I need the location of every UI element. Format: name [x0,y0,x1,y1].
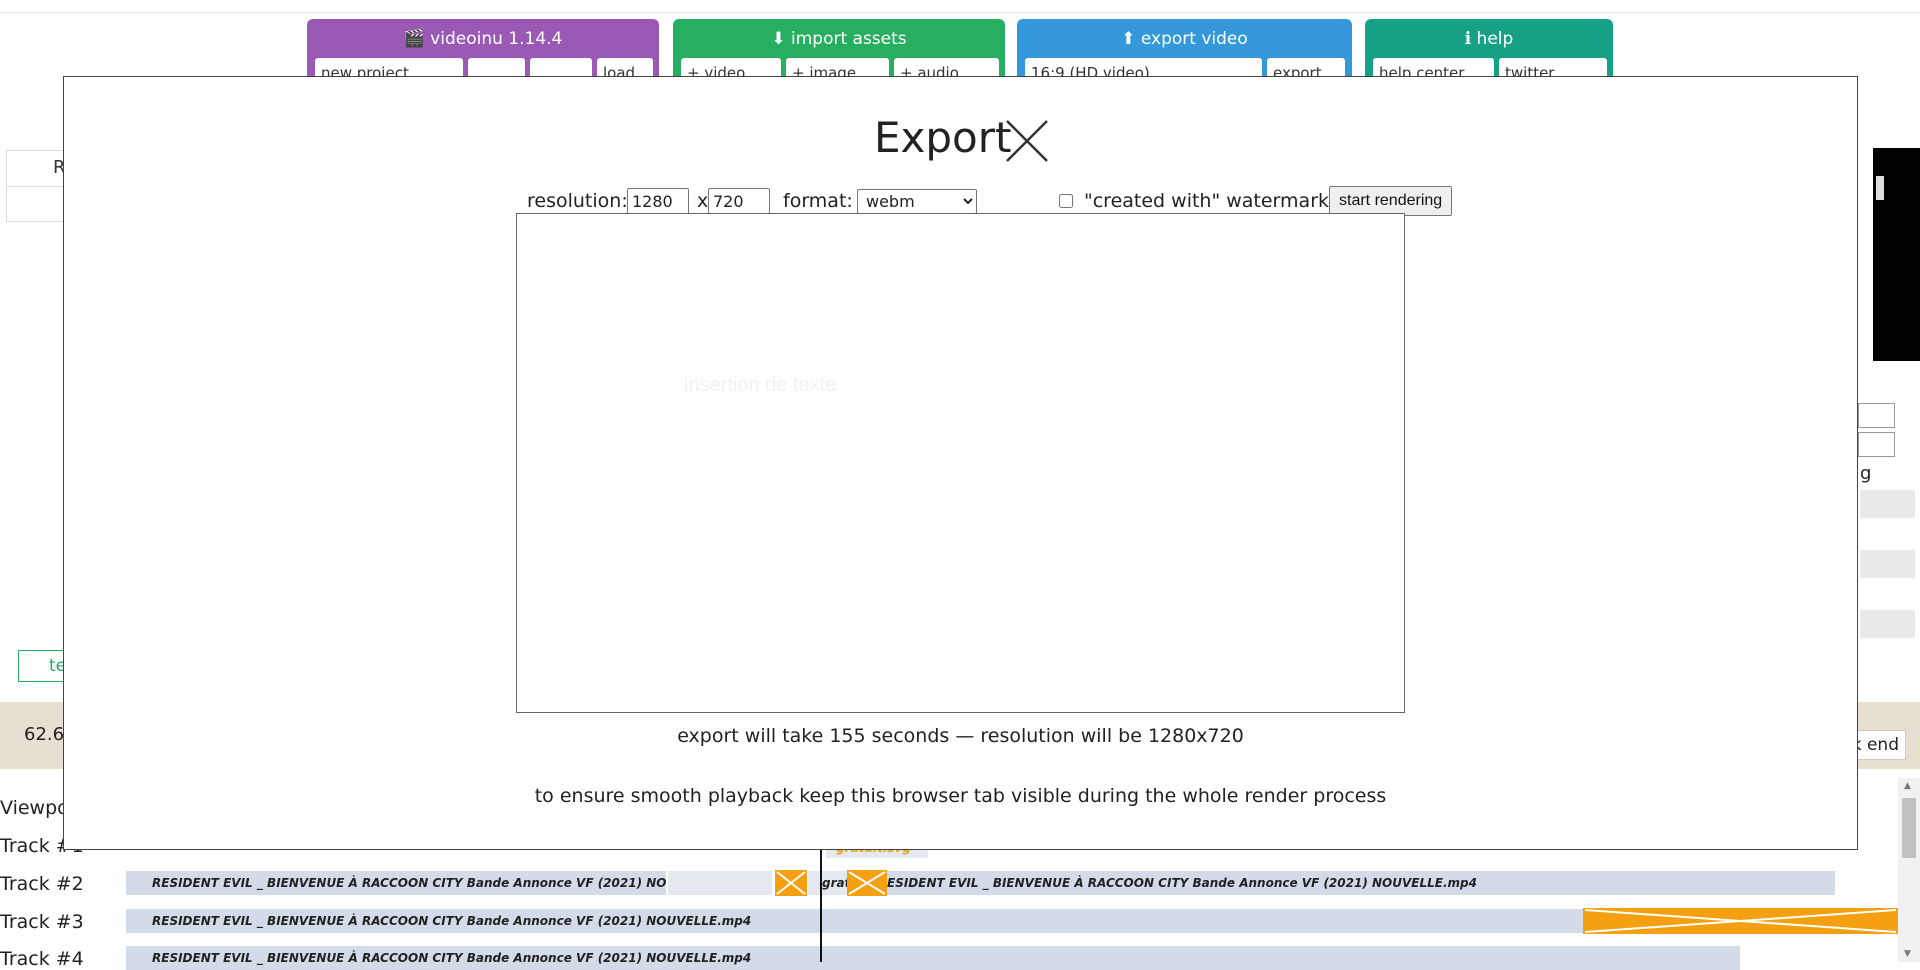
track-2-text-clip[interactable]: graticu [808,871,848,895]
import-title: ⬇ import assets [771,29,907,49]
track-2-gap [668,871,772,895]
timeline-scroll-thumb[interactable] [1902,798,1916,858]
property-label: g [1860,463,1872,484]
import-group: ⬇ import assets + video + image + audio [673,19,1005,88]
track-4-clip[interactable]: RESIDENT EVIL _ BIENVENUE À RACCOON CITY… [126,946,1740,970]
render-preview-canvas: insertion de texte [516,213,1405,713]
format-select[interactable]: webm [857,189,977,214]
property-row-1 [1860,490,1915,518]
scroll-up-icon[interactable]: ▲ [1904,781,1911,791]
canvas-text-overlay: insertion de texte [684,374,837,396]
video-preview [1873,148,1920,361]
top-divider [0,12,1920,13]
help-title: ℹ help [1464,29,1514,49]
resolution-label: resolution: [527,190,628,212]
property-row-3 [1860,610,1915,638]
track-3-label: Track #3 [0,911,84,933]
current-time: 62.6 [24,724,65,745]
resolution-x-label: x [697,190,709,212]
track-2-clip-2[interactable]: ESIDENT EVIL _ BIENVENUE À RACCOON CITY … [887,871,1835,895]
preview-scrollbar[interactable] [1876,176,1884,200]
watermark-label: "created with" watermark [1084,190,1330,212]
height-input[interactable] [708,188,770,215]
track-3-image-clip[interactable] [1583,908,1898,934]
timeline-scrollbar[interactable]: ▲ ▼ [1898,778,1920,962]
property-input-2[interactable] [1858,432,1895,457]
export-group: ⬆ export video 16:9 (HD video) export [1017,19,1352,88]
export-estimate: export will take 155 seconds — resolutio… [677,725,1244,747]
modal-title: Export [874,113,1012,162]
playhead[interactable] [820,850,822,962]
track-2-image-clip-1[interactable] [775,870,807,896]
help-group: ℹ help help center twitter [1365,19,1613,88]
start-rendering-button[interactable]: start rendering [1329,186,1453,216]
export-title: ⬆ export video [1121,29,1248,49]
export-note: to ensure smooth playback keep this brow… [534,785,1387,807]
close-icon[interactable] [1004,118,1050,164]
videoinu-title: 🎬 videoinu 1.14.4 [403,29,563,49]
width-input[interactable] [627,188,689,215]
property-row-2 [1860,550,1915,578]
track-2-image-clip-2[interactable] [847,870,887,896]
watermark-checkbox[interactable] [1059,194,1073,208]
track-2-label: Track #2 [0,873,84,895]
track-2-clip-1[interactable]: RESIDENT EVIL _ BIENVENUE À RACCOON CITY… [126,871,666,895]
export-modal: Export resolution: x format: webm "creat… [63,76,1858,850]
format-label: format: [783,190,853,212]
track-4-label: Track #4 [0,948,84,970]
property-input-1[interactable] [1858,403,1895,428]
scroll-down-icon[interactable]: ▼ [1904,949,1911,959]
videoinu-group: 🎬 videoinu 1.14.4 new project load [307,19,659,88]
